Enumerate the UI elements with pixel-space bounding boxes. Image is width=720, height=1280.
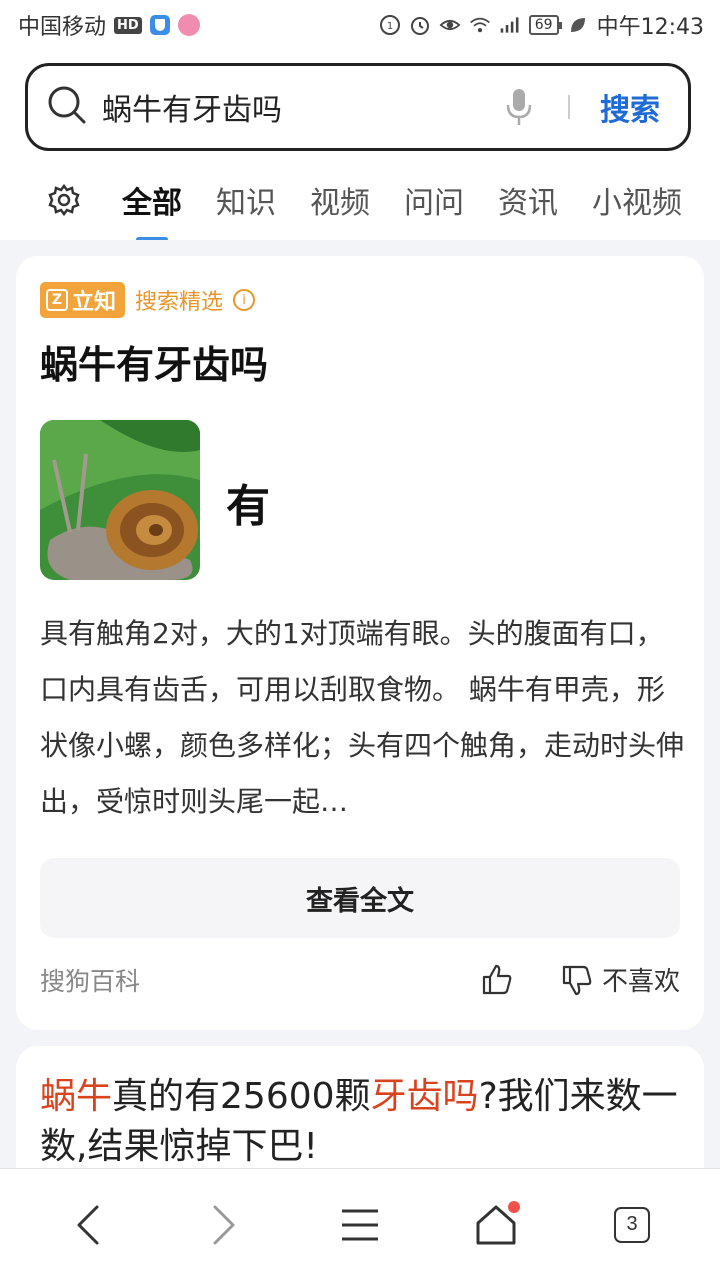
notification-dot xyxy=(508,1200,520,1213)
featured-answer-card: Z 立知 搜索精选 i 蜗牛有牙齿吗 有 具有触角2对，大的1对顶端有眼。头的腹… xyxy=(16,256,704,1030)
thumbs-down-icon[interactable] xyxy=(560,963,594,997)
answer-description: 具有触角2对，大的1对顶端有眼。头的腹面有口，口内具有齿舌，可用以刮取食物。 蜗… xyxy=(40,617,684,818)
featured-label: 搜索精选 xyxy=(135,290,224,315)
lizhi-badge: Z 立知 xyxy=(40,282,126,318)
forward-icon[interactable] xyxy=(194,1195,254,1255)
back-icon[interactable] xyxy=(58,1195,118,1255)
data-saver-icon: 1 xyxy=(379,14,401,36)
tab-knowledge[interactable]: 知识 xyxy=(216,178,276,222)
menu-icon[interactable] xyxy=(330,1195,390,1255)
search-divider xyxy=(568,95,570,119)
hd-icon: HD xyxy=(114,16,142,34)
search-icon xyxy=(46,84,88,130)
result-title-highlight: 牙齿吗 xyxy=(370,1076,479,1117)
short-answer: 有 xyxy=(226,481,270,532)
clock: 中午12:43 xyxy=(596,15,704,40)
category-tabs: 全部 知识 视频 问问 资讯 小视频 xyxy=(0,160,720,240)
search-query-text[interactable]: 蜗牛有牙齿吗 xyxy=(102,85,504,129)
answer-title[interactable]: 蜗牛有牙齿吗 xyxy=(40,334,268,389)
search-button[interactable]: 搜索 xyxy=(600,85,660,129)
result-title-text: 真的有25600颗 xyxy=(112,1076,371,1117)
home-icon[interactable] xyxy=(466,1195,526,1255)
dislike-button[interactable]: 不喜欢 xyxy=(602,961,680,998)
alarm-icon xyxy=(409,14,431,36)
tab-count: 3 xyxy=(614,1206,650,1243)
tab-news[interactable]: 资讯 xyxy=(498,178,558,222)
svg-text:1: 1 xyxy=(387,21,393,32)
bottom-navigation: 3 xyxy=(0,1168,720,1280)
search-header: 蜗牛有牙齿吗 搜索 xyxy=(0,50,720,160)
lizhi-logo-icon: Z xyxy=(46,289,68,311)
result-title[interactable]: 蜗牛真的有25600颗牙齿吗?我们来数一数,结果惊掉下巴! xyxy=(40,1072,680,1172)
tab-short-video[interactable]: 小视频 xyxy=(592,178,682,222)
settings-gear-icon[interactable] xyxy=(40,176,88,224)
result-title-highlight: 蜗牛 xyxy=(40,1076,113,1117)
featured-badge-row: Z 立知 搜索精选 i xyxy=(40,282,256,318)
leaf-icon xyxy=(567,14,589,36)
thumbs-up-icon[interactable] xyxy=(480,963,514,997)
info-icon[interactable]: i xyxy=(233,289,256,311)
snail-image[interactable] xyxy=(40,420,200,580)
search-input[interactable]: 蜗牛有牙齿吗 搜索 xyxy=(25,63,691,151)
tab-video[interactable]: 视频 xyxy=(310,178,370,222)
source-label[interactable]: 搜狗百科 xyxy=(40,962,140,998)
battery-icon: 69 xyxy=(528,15,562,35)
tab-qa[interactable]: 问问 xyxy=(404,178,464,222)
signal-icon xyxy=(499,14,521,36)
carrier-label: 中国移动 xyxy=(18,15,107,40)
pink-app-icon xyxy=(177,14,200,36)
card-footer: 搜狗百科 不喜欢 xyxy=(40,961,680,998)
lizhi-badge-text: 立知 xyxy=(72,290,117,315)
view-full-text-button[interactable]: 查看全文 xyxy=(40,858,680,938)
tabs-switcher-button[interactable]: 3 xyxy=(602,1195,662,1255)
tab-all[interactable]: 全部 xyxy=(122,178,182,222)
eye-comfort-icon xyxy=(439,14,461,36)
security-app-icon xyxy=(149,15,170,35)
wifi-icon xyxy=(469,14,491,36)
microphone-icon[interactable] xyxy=(504,87,534,127)
status-bar: 中国移动 HD 1 69 中午12:43 xyxy=(0,0,720,50)
